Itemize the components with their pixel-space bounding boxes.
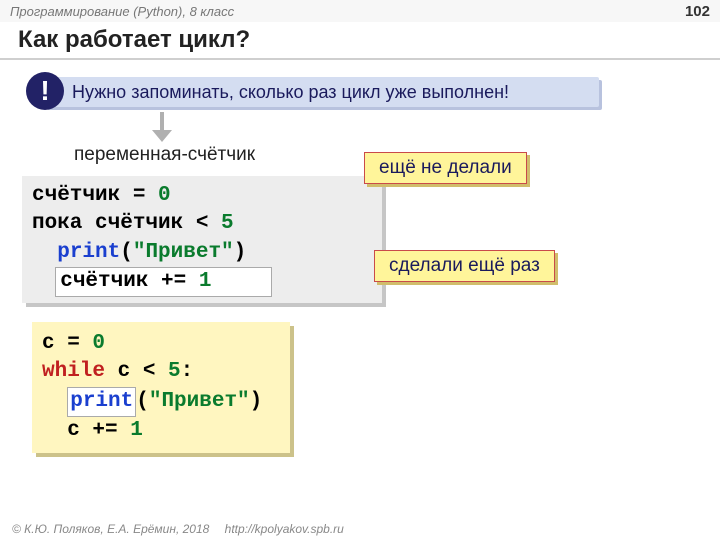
- alert-bar: Нужно запоминать, сколько раз цикл уже в…: [44, 77, 599, 107]
- code-line: print("Привет"): [32, 239, 372, 267]
- code-line: c = 0: [42, 330, 280, 358]
- counter-label: переменная-счётчик: [74, 144, 255, 166]
- alert: Нужно запоминать, сколько раз цикл уже в…: [26, 74, 706, 110]
- note-not-yet: ещё не делали: [364, 152, 527, 184]
- code-line: while c < 5:: [42, 358, 280, 386]
- arrow-down-icon: [152, 112, 172, 144]
- code-line: c += 1: [42, 417, 280, 445]
- page-title: Как работает цикл?: [18, 26, 702, 54]
- page-number: 102: [685, 3, 710, 20]
- code-line: счётчик = 0: [32, 182, 372, 210]
- code-line: print("Привет"): [42, 387, 280, 417]
- title-row: Как работает цикл?: [0, 22, 720, 56]
- code-line: счётчик += 1: [32, 267, 372, 297]
- pseudo-code-block: счётчик = 0 пока счётчик < 5 print("Прив…: [22, 176, 382, 303]
- python-code-block: c = 0 while c < 5: print("Привет") c += …: [32, 322, 290, 453]
- alert-text: Нужно запоминать, сколько раз цикл уже в…: [72, 82, 509, 103]
- header: Программирование (Python), 8 класс 102: [0, 0, 720, 22]
- code-line: пока счётчик < 5: [32, 210, 372, 238]
- content: Нужно запоминать, сколько раз цикл уже в…: [0, 60, 720, 508]
- note-did-again: сделали ещё раз: [374, 250, 555, 282]
- footer-url: http://kpolyakov.spb.ru: [225, 522, 344, 536]
- course-title: Программирование (Python), 8 класс: [10, 4, 234, 19]
- alert-badge-icon: !: [26, 72, 64, 110]
- copyright: © К.Ю. Поляков, Е.А. Ерёмин, 2018: [12, 522, 209, 536]
- footer: © К.Ю. Поляков, Е.А. Ерёмин, 2018 http:/…: [0, 518, 720, 540]
